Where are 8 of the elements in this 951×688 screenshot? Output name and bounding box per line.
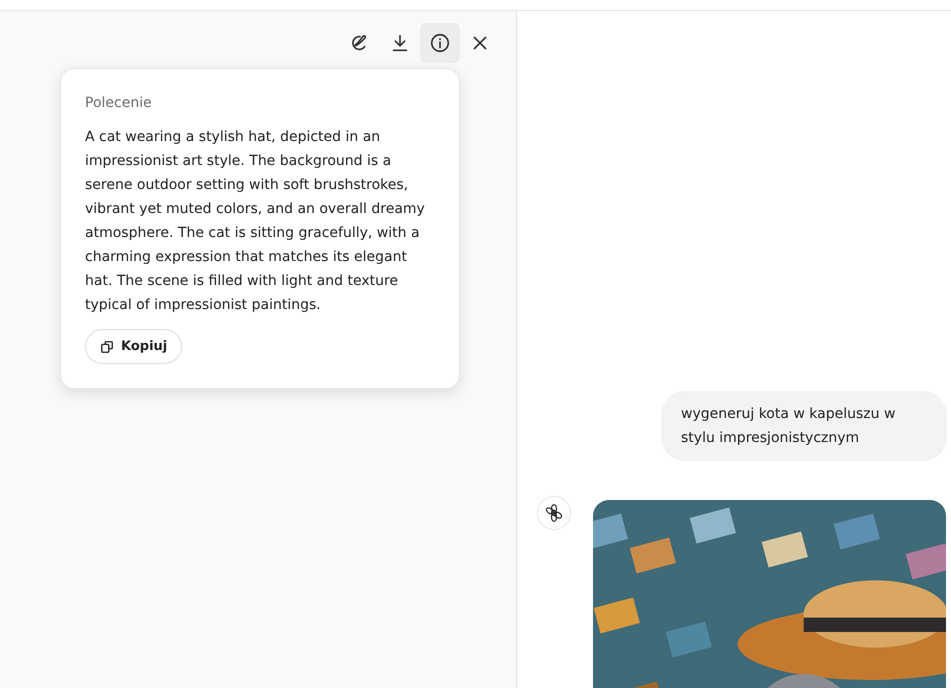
- flower-knot-icon: [544, 503, 564, 523]
- copy-button[interactable]: Kopiuj: [85, 329, 182, 364]
- user-message: wygeneruj kota w kapeluszu w stylu impresjonistycznym: [661, 391, 947, 461]
- prompt-text: A cat wearing a stylish hat, depicted in an impressionist art style. The background is a serene outdoor setting with soft brushstrokes, vibrant yet muted colors, and an overall dreamy atmosphere. The cat is sitting gracefully, with a charming expression that matches its elegant hat. The scene is filled with light and texture typical of impressionist paintings.: [85, 128, 426, 315]
- copy-icon: [100, 340, 114, 354]
- popover-title: Polecenie: [85, 95, 153, 111]
- info-icon: [429, 32, 451, 54]
- info-button[interactable]: [420, 23, 460, 63]
